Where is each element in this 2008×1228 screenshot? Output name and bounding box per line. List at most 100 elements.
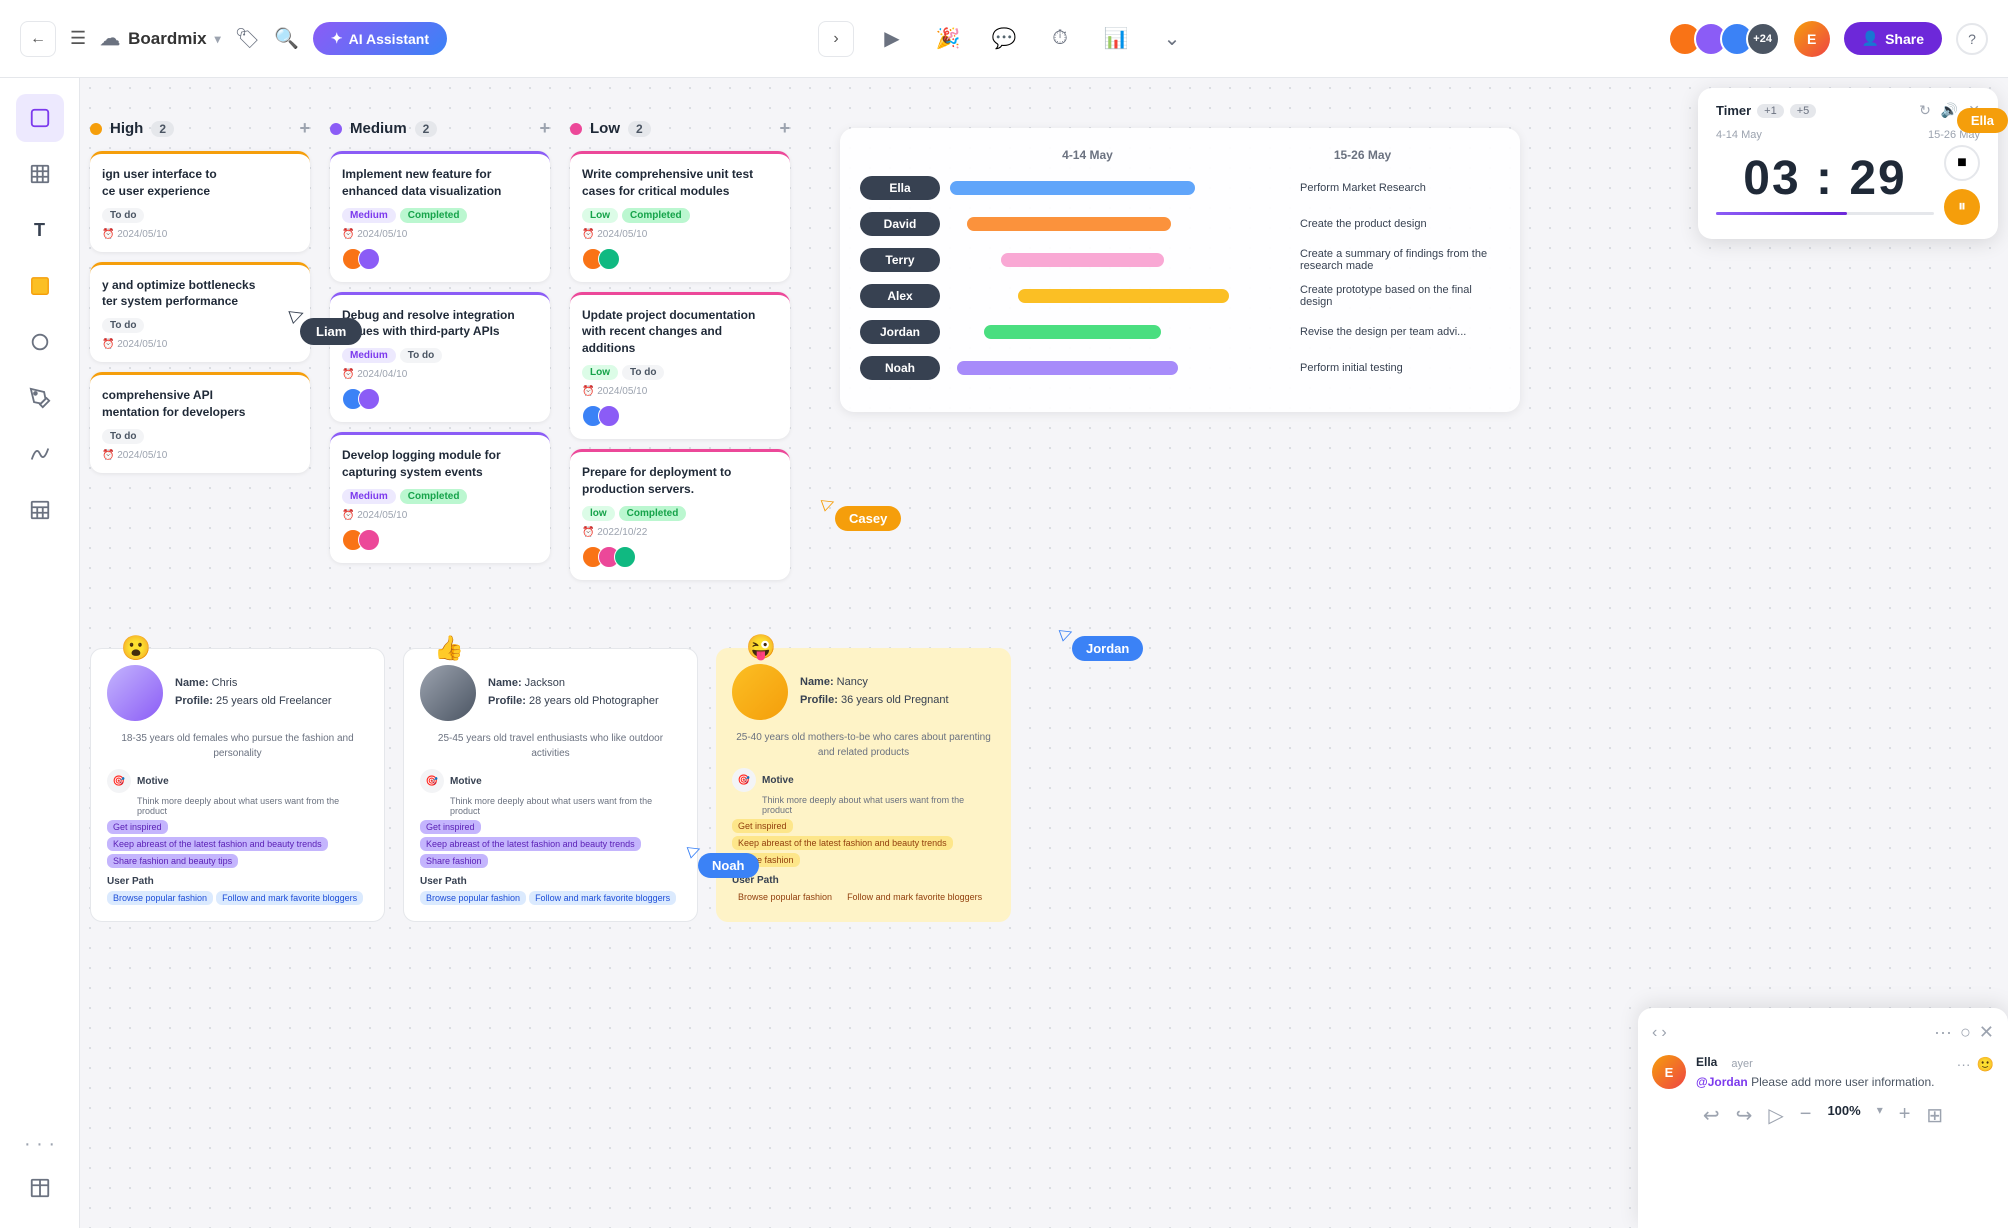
- tag-todo-l2: To do: [622, 365, 664, 380]
- logo-area[interactable]: ☁ Boardmix ▾: [100, 26, 220, 51]
- chat-emoji-button[interactable]: 🙂: [1977, 1056, 1994, 1073]
- chat-sender-row: Ella ayer ··· 🙂: [1696, 1055, 1994, 1073]
- chat-zoom-out-button[interactable]: −: [1800, 1103, 1812, 1128]
- search-button[interactable]: 🔍: [274, 26, 299, 51]
- sidebar-tool-sticky[interactable]: [16, 262, 64, 310]
- card-l1-date: ⏰ 2024/05/10: [582, 229, 778, 240]
- chat-pointer-button[interactable]: ▷: [1768, 1103, 1783, 1128]
- card-h1-title: ign user interface toce user experience: [102, 166, 298, 200]
- card-h3[interactable]: comprehensive APImentation for developer…: [90, 372, 310, 473]
- card-l2-title: Update project documentation with recent…: [582, 307, 778, 357]
- user-avatar[interactable]: E: [1794, 21, 1830, 57]
- chat-bubble: Ella ayer ··· 🙂 @Jordan Please add more …: [1696, 1055, 1994, 1091]
- card-m3-title: Develop logging module for capturing sys…: [342, 447, 538, 481]
- card-l1[interactable]: Write comprehensive unit test cases for …: [570, 151, 790, 282]
- nancy-motive-label: Motive: [762, 775, 794, 786]
- sidebar-tool-text[interactable]: T: [16, 206, 64, 254]
- col-add-high[interactable]: +: [299, 118, 310, 139]
- sidebar-tool-select[interactable]: [16, 94, 64, 142]
- chris-motive-pills: Get inspired Keep abreast of the latest …: [107, 820, 368, 868]
- play-button[interactable]: ▶: [874, 21, 910, 57]
- chat-next-button[interactable]: ›: [1661, 1024, 1666, 1042]
- card-l3[interactable]: Prepare for deployment to production ser…: [570, 449, 790, 580]
- timer-sound-icon[interactable]: 🔊: [1941, 102, 1958, 119]
- forward-button[interactable]: ›: [818, 21, 854, 57]
- card-m1-title: Implement new feature for enhanced data …: [342, 166, 538, 200]
- chris-desc: 18-35 years old females who pursue the f…: [107, 731, 368, 761]
- nancy-user-path-label: User Path: [732, 875, 995, 886]
- chat-zoom-in-button[interactable]: +: [1899, 1103, 1911, 1128]
- chat-undo-button[interactable]: ↩: [1703, 1103, 1720, 1128]
- gantt-bar-ella: [950, 181, 1195, 195]
- menu-button[interactable]: ☰: [70, 28, 86, 49]
- chat-panel: ‹ › ··· ○ ✕ E Ella ayer ··· 🙂 @Jordan Pl…: [1638, 1008, 2008, 1228]
- persona-card-nancy[interactable]: 😜 Name: Nancy Profile: 36 years old Preg…: [716, 648, 1011, 922]
- sidebar-tool-pen[interactable]: [16, 374, 64, 422]
- pill-beauty-n: Keep abreast of the latest fashion and b…: [732, 836, 953, 850]
- low-indicator: [570, 123, 582, 135]
- persona-card-chris[interactable]: 😮 Name: Chris Profile: 25 years old Free…: [90, 648, 385, 922]
- chat-close-button[interactable]: ✕: [1979, 1022, 1994, 1043]
- card-h3-tags: To do: [102, 429, 298, 444]
- col-add-medium[interactable]: +: [539, 118, 550, 139]
- sidebar-tool-table[interactable]: [16, 486, 64, 534]
- chart-button[interactable]: 📊: [1098, 21, 1134, 57]
- jackson-user-path-label: User Path: [420, 876, 681, 887]
- chat-prev-button[interactable]: ‹: [1652, 1024, 1657, 1042]
- tag-button[interactable]: 🏷: [235, 26, 260, 51]
- chat-more-button[interactable]: ···: [1934, 1022, 1952, 1043]
- timer-badge-1: +1: [1757, 104, 1784, 118]
- main-canvas[interactable]: High 2 + ign user interface toce user ex…: [80, 78, 2008, 1228]
- chat-redo-button[interactable]: ↪: [1736, 1103, 1753, 1128]
- chris-header: Name: Chris Profile: 25 years old Freela…: [107, 665, 368, 721]
- chris-motive-icon: 🎯: [107, 769, 131, 793]
- card-l2-date: ⏰ 2024/05/10: [582, 386, 778, 397]
- confetti-button[interactable]: 🎉: [930, 21, 966, 57]
- sidebar-tool-shape[interactable]: [16, 318, 64, 366]
- card-h1[interactable]: ign user interface toce user experience …: [90, 151, 310, 252]
- cursor-bubble-noah: Noah: [698, 853, 759, 878]
- gantt-task-noah: Perform initial testing: [1300, 362, 1500, 374]
- sidebar-tool-curve[interactable]: [16, 430, 64, 478]
- timer-sync-icon[interactable]: ↻: [1919, 102, 1931, 119]
- col-add-low[interactable]: +: [779, 118, 790, 139]
- sidebar-map-button[interactable]: [16, 1164, 64, 1212]
- back-button[interactable]: ←: [20, 21, 56, 57]
- gantt-label-david: David: [860, 212, 940, 236]
- help-button[interactable]: ?: [1956, 23, 1988, 55]
- tag-completed-l1: Completed: [622, 208, 690, 223]
- persona-card-jackson[interactable]: 👍 Name: Jackson Profile: 28 years old Ph…: [403, 648, 698, 922]
- card-h2[interactable]: y and optimize bottleneckster system per…: [90, 262, 310, 363]
- chat-zoom-chevron[interactable]: ▾: [1877, 1103, 1883, 1128]
- timer-button[interactable]: ⏱: [1042, 21, 1078, 57]
- chat-button[interactable]: 💬: [986, 21, 1022, 57]
- tag-low-l3: low: [582, 506, 615, 521]
- chat-message-more[interactable]: ···: [1957, 1056, 1971, 1072]
- timer-display-container: 03 : 29: [1716, 145, 1934, 225]
- pill-get-inspired-n: Get inspired: [732, 819, 793, 833]
- sidebar-more-dots[interactable]: · · ·: [24, 1133, 55, 1156]
- card-m2[interactable]: Debug and resolve integration issues wit…: [330, 292, 550, 423]
- chat-sender-avatar: E: [1652, 1055, 1686, 1089]
- ai-assistant-button[interactable]: ✦ AI Assistant: [313, 22, 447, 55]
- card-l2[interactable]: Update project documentation with recent…: [570, 292, 790, 439]
- timer-stop-button[interactable]: ■: [1944, 145, 1980, 181]
- card-l1-tags: Low Completed: [582, 208, 778, 223]
- jackson-profile: Profile: 28 years old Photographer: [488, 693, 659, 711]
- card-m3[interactable]: Develop logging module for capturing sys…: [330, 432, 550, 563]
- col-header-medium: Medium 2 +: [330, 118, 550, 139]
- card-m1[interactable]: Implement new feature for enhanced data …: [330, 151, 550, 282]
- more-button[interactable]: ⌄: [1154, 21, 1190, 57]
- persona-cards-area: 😮 Name: Chris Profile: 25 years old Free…: [90, 648, 1011, 922]
- timer-pause-button[interactable]: ⏸: [1944, 189, 1980, 225]
- col-title-high: High: [110, 120, 143, 137]
- chris-info: Name: Chris Profile: 25 years old Freela…: [175, 675, 332, 710]
- tag-todo: To do: [102, 208, 144, 223]
- card-h3-title: comprehensive APImentation for developer…: [102, 387, 298, 421]
- share-button[interactable]: 👤 Share: [1844, 22, 1942, 55]
- sidebar-tool-frame[interactable]: [16, 150, 64, 198]
- jackson-user-path: User Path Browse popular fashion Follow …: [420, 876, 681, 905]
- chat-check-button[interactable]: ○: [1960, 1022, 1971, 1043]
- chat-map-button[interactable]: ⊞: [1926, 1103, 1943, 1128]
- gantt-label-ella: Ella: [860, 176, 940, 200]
